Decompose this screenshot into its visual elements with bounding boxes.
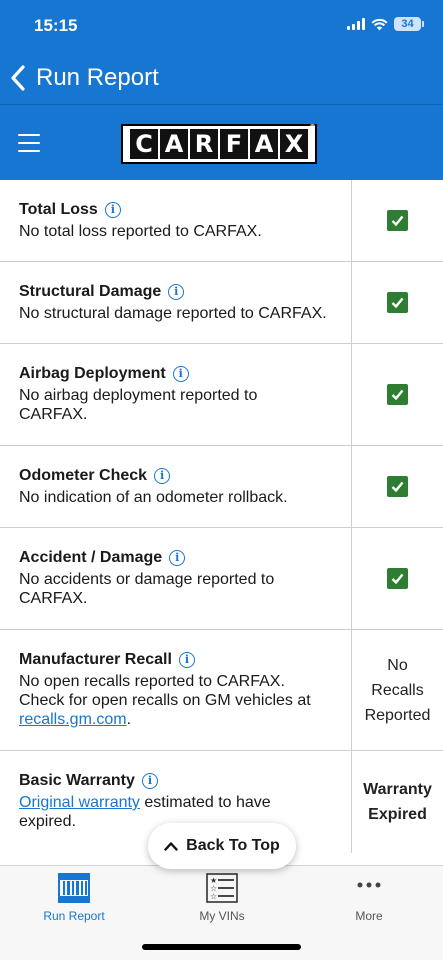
report-row-structural-damage: Structural Damage i No structural damage … bbox=[0, 262, 443, 344]
chevron-left-icon bbox=[11, 65, 25, 91]
wifi-icon bbox=[371, 18, 388, 30]
svg-text:☆: ☆ bbox=[210, 892, 217, 901]
tab-label: More bbox=[355, 909, 383, 923]
status-icons: 34 bbox=[347, 17, 424, 31]
checkmark-icon bbox=[387, 384, 408, 405]
battery-icon: 34 bbox=[394, 17, 424, 31]
status-time: 15:15 bbox=[34, 16, 78, 35]
row-title: Total Loss bbox=[19, 201, 98, 218]
row-description: No total loss reported to CARFAX. bbox=[19, 223, 262, 240]
nav-bar: Run Report bbox=[0, 52, 443, 104]
logo-letter: C bbox=[130, 129, 158, 159]
hamburger-menu-icon[interactable] bbox=[18, 134, 40, 152]
more-icon bbox=[354, 873, 384, 903]
header: C A R F A X ® bbox=[0, 104, 443, 180]
list-icon: ★ ☆ ☆ bbox=[206, 873, 238, 903]
row-description: No indication of an odometer rollback. bbox=[19, 489, 288, 506]
report-row-odometer-check: Odometer Check i No indication of an odom… bbox=[0, 446, 443, 528]
info-icon[interactable]: i bbox=[169, 550, 186, 566]
barcode-icon bbox=[58, 873, 90, 903]
original-warranty-link[interactable]: Original warranty bbox=[19, 794, 140, 811]
tab-label: Run Report bbox=[43, 909, 105, 923]
row-title: Airbag Deployment bbox=[19, 365, 166, 382]
back-to-top-label: Back To Top bbox=[186, 837, 280, 854]
row-title: Manufacturer Recall bbox=[19, 651, 172, 668]
tab-my-vins[interactable]: ★ ☆ ☆ My VINs bbox=[148, 866, 296, 926]
info-icon[interactable]: i bbox=[104, 202, 121, 218]
logo-letter: F bbox=[220, 129, 248, 159]
tab-run-report[interactable]: Run Report bbox=[0, 866, 148, 926]
checkmark-icon bbox=[387, 476, 408, 497]
cellular-signal-icon bbox=[347, 18, 365, 30]
chevron-up-icon bbox=[164, 842, 178, 851]
report-row-total-loss: Total Loss i No total loss reported to CA… bbox=[0, 180, 443, 262]
recalls-link[interactable]: recalls.gm.com bbox=[19, 711, 127, 728]
row-title: Basic Warranty bbox=[19, 772, 135, 789]
report-row-manufacturer-recall: Manufacturer Recall i No open recalls rep… bbox=[0, 630, 443, 751]
checkmark-icon bbox=[387, 568, 408, 589]
logo-letter: A bbox=[160, 129, 188, 159]
logo-letter: X ® bbox=[280, 123, 316, 159]
info-icon[interactable]: i bbox=[141, 773, 158, 789]
info-icon[interactable]: i bbox=[172, 366, 189, 382]
row-title: Structural Damage bbox=[19, 283, 162, 300]
report-row-accident-damage: Accident / Damage i No accidents or damag… bbox=[0, 528, 443, 630]
info-icon[interactable]: i bbox=[154, 468, 171, 484]
status-bar: 15:15 34 bbox=[0, 0, 443, 52]
checkmark-icon bbox=[387, 210, 408, 231]
row-description: No open recalls reported to CARFAX. Chec… bbox=[19, 673, 311, 728]
tab-bar: Run Report ★ ☆ ☆ My VINs More bbox=[0, 865, 443, 960]
warranty-status: Warranty Expired bbox=[363, 781, 432, 823]
back-button[interactable]: Run Report bbox=[8, 62, 159, 94]
logo-letter: A bbox=[250, 129, 278, 159]
carfax-logo: C A R F A X ® bbox=[121, 123, 317, 164]
logo-letter: R bbox=[190, 129, 218, 159]
tab-label: My VINs bbox=[199, 909, 245, 923]
back-to-top-button[interactable]: Back To Top bbox=[148, 823, 296, 869]
recall-status: No Recalls Reported bbox=[364, 656, 431, 724]
info-icon[interactable]: i bbox=[168, 284, 185, 300]
row-description: No accidents or damage reported to CARFA… bbox=[19, 571, 275, 607]
row-title: Accident / Damage bbox=[19, 549, 163, 566]
home-indicator bbox=[142, 944, 301, 950]
page-title: Run Report bbox=[36, 64, 159, 91]
info-icon[interactable]: i bbox=[178, 652, 195, 668]
report-list: Total Loss i No total loss reported to CA… bbox=[0, 180, 443, 853]
row-description: No airbag deployment reported to CARFAX. bbox=[19, 387, 258, 423]
registered-mark: ® bbox=[309, 123, 316, 131]
tab-more[interactable]: More bbox=[295, 866, 443, 926]
row-description: No structural damage reported to CARFAX. bbox=[19, 305, 327, 322]
checkmark-icon bbox=[387, 292, 408, 313]
report-row-airbag-deployment: Airbag Deployment i No airbag deployment … bbox=[0, 344, 443, 446]
row-title: Odometer Check bbox=[19, 467, 148, 484]
